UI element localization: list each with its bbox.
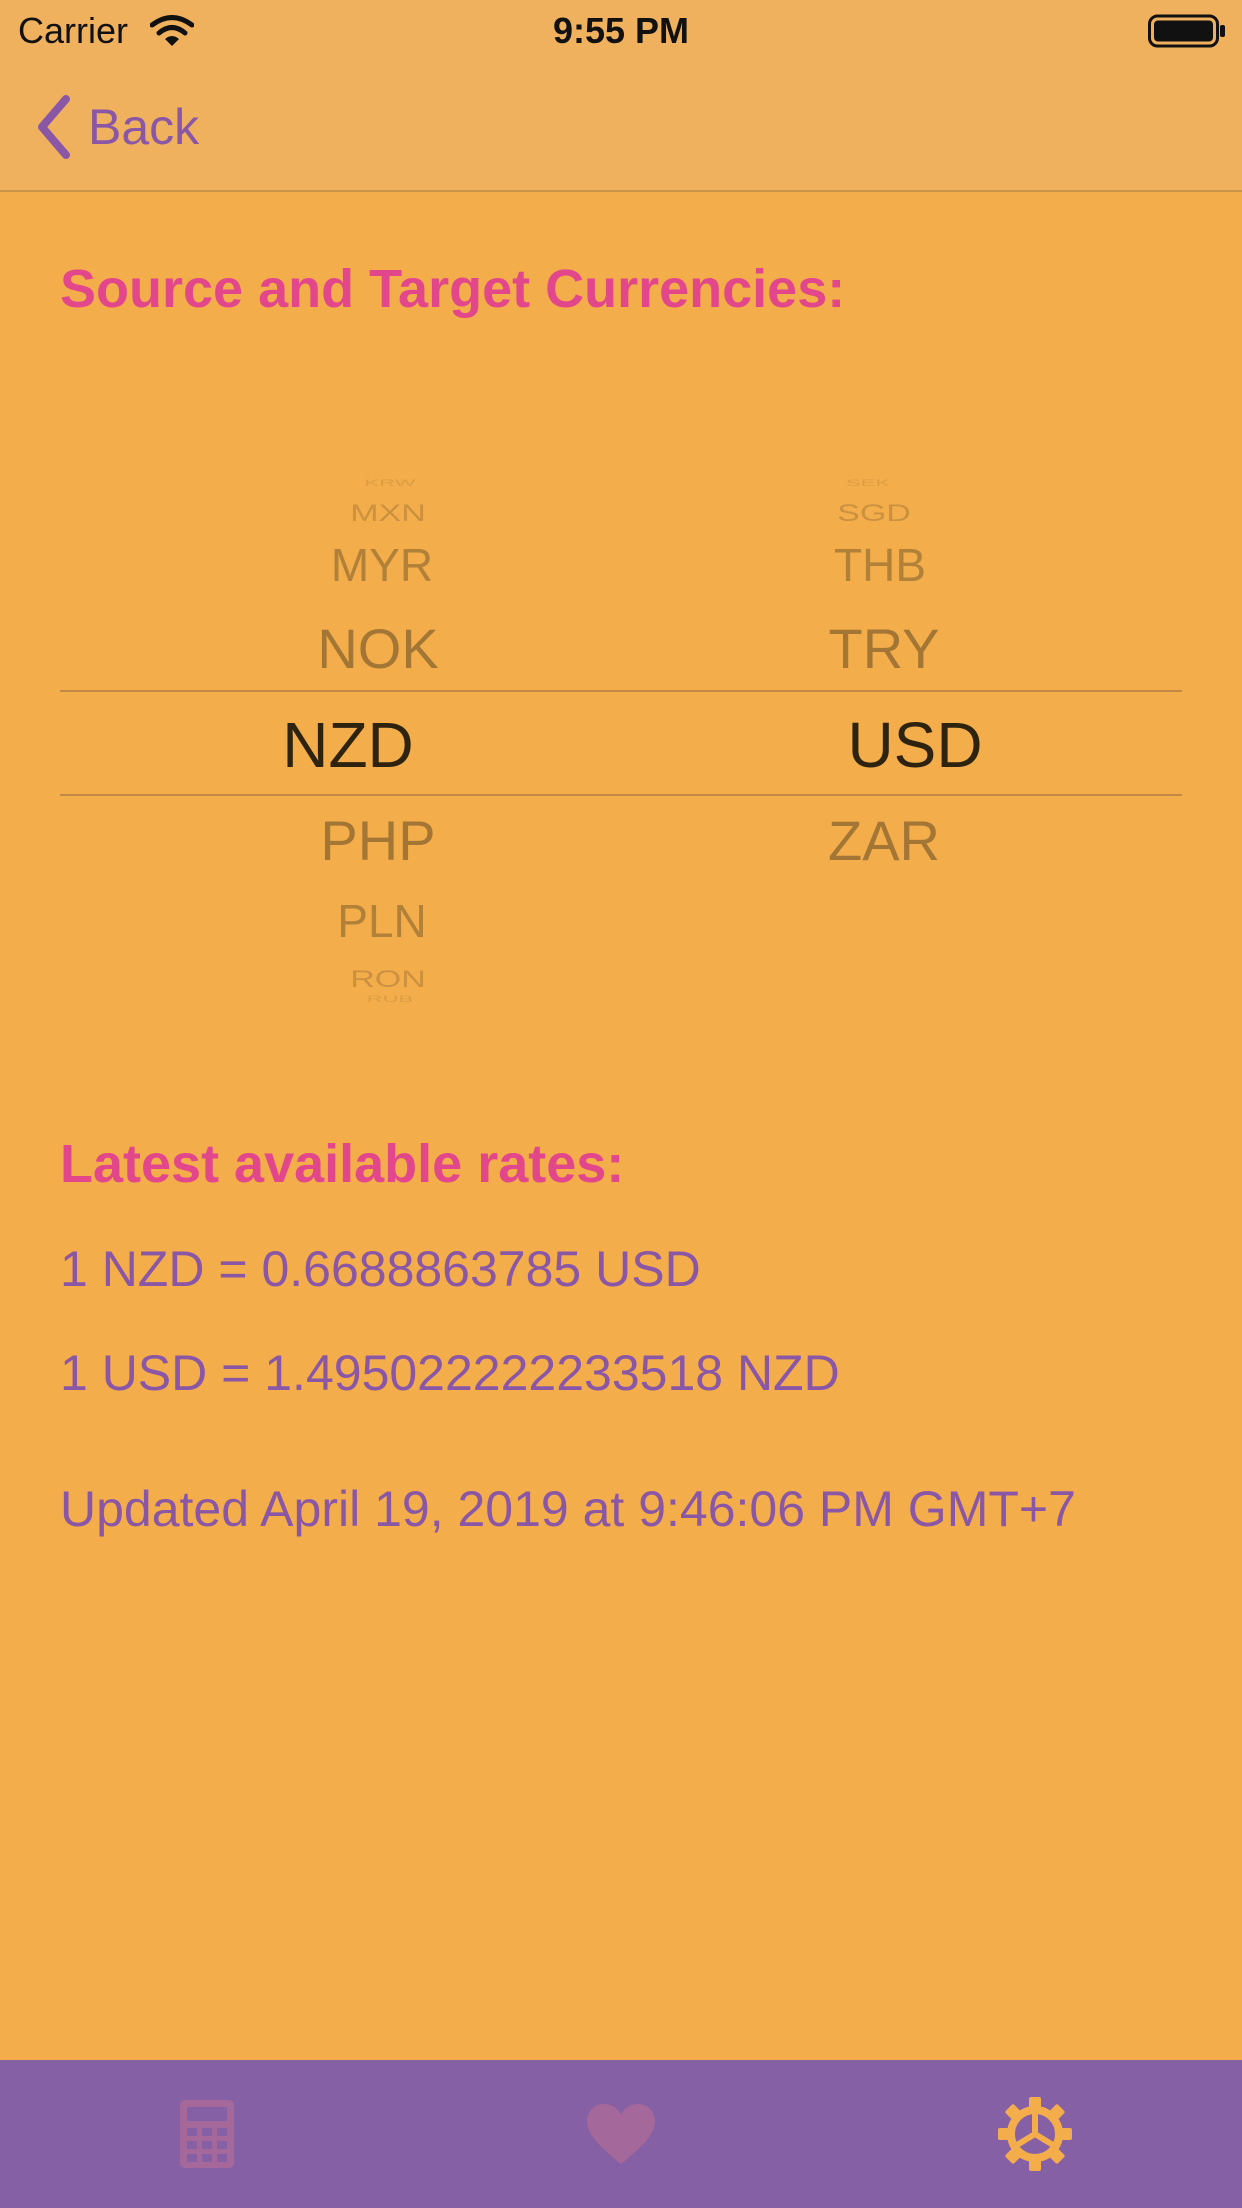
rate-line-source-target: 1 NZD = 0.6688863785 USD bbox=[60, 1241, 701, 1297]
back-label: Back bbox=[88, 99, 200, 155]
navigation-bar: Back bbox=[0, 62, 1242, 192]
updated-timestamp: Updated April 19, 2019 at 9:46:06 PM GMT… bbox=[60, 1481, 1076, 1537]
picker-left-item[interactable]: KRW bbox=[365, 478, 416, 488]
gear-icon bbox=[998, 2097, 1072, 2171]
tab-calculator[interactable] bbox=[0, 2060, 414, 2208]
tab-favorites[interactable] bbox=[414, 2060, 828, 2208]
picker-left-item[interactable]: PHP bbox=[320, 808, 435, 873]
picker-left-item[interactable]: MXN bbox=[350, 500, 426, 527]
section-title-rates: Latest available rates: bbox=[60, 1134, 625, 1194]
picker-right-item[interactable]: SGD bbox=[837, 500, 911, 527]
picker-left-selected[interactable]: NZD bbox=[282, 708, 414, 782]
picker-right-item[interactable]: ZAR bbox=[828, 808, 940, 873]
status-bar: Carrier 9:55 PM bbox=[0, 0, 1242, 62]
currency-picker[interactable]: KRW MXN MYR NOK NZD PHP PLN RON RUB SEK … bbox=[60, 470, 1182, 1010]
picker-right-item[interactable]: TRY bbox=[829, 616, 940, 681]
picker-left-item[interactable]: PLN bbox=[337, 894, 426, 948]
tab-bar bbox=[0, 2060, 1242, 2208]
section-title-currencies: Source and Target Currencies: bbox=[60, 259, 846, 319]
chevron-left-icon bbox=[38, 95, 70, 159]
battery-icon bbox=[1148, 14, 1225, 48]
status-time: 9:55 PM bbox=[552, 10, 690, 51]
calculator-icon bbox=[180, 2100, 234, 2168]
selection-line-bottom bbox=[60, 794, 1182, 796]
picker-right-item[interactable]: THB bbox=[834, 538, 926, 592]
tab-settings[interactable] bbox=[828, 2060, 1242, 2208]
selection-line-top bbox=[60, 690, 1182, 692]
picker-left-item[interactable]: MYR bbox=[331, 538, 433, 592]
picker-left-item[interactable]: NOK bbox=[317, 616, 438, 681]
rate-line-target-source: 1 USD = 1.495022222233518 NZD bbox=[60, 1345, 840, 1401]
picker-left-item[interactable]: RUB bbox=[367, 994, 413, 1004]
picker-right-item[interactable]: SEK bbox=[846, 478, 890, 488]
heart-icon bbox=[587, 2104, 655, 2164]
picker-left-item[interactable]: RON bbox=[350, 966, 426, 993]
back-button[interactable]: Back bbox=[34, 92, 199, 162]
picker-right-selected[interactable]: USD bbox=[847, 708, 982, 782]
